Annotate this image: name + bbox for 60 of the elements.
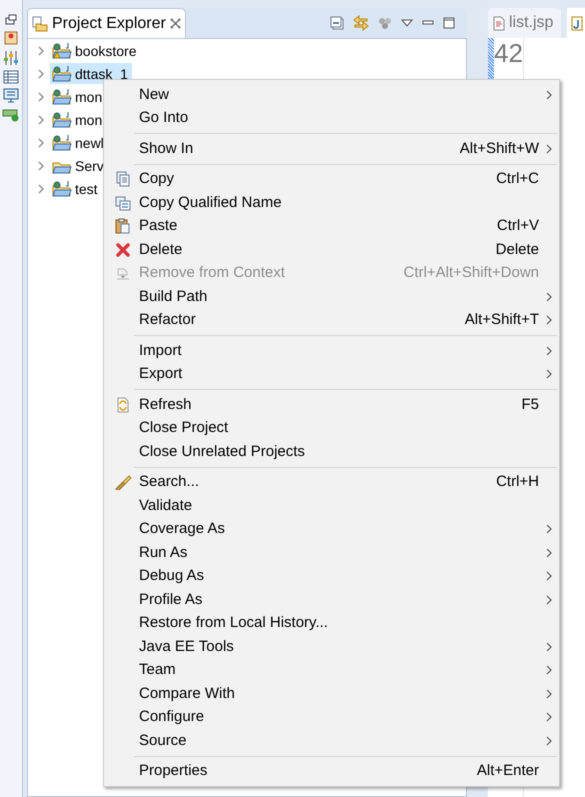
menu-item[interactable]: Profile As <box>104 588 559 612</box>
menu-item[interactable]: Close Unrelated Projects <box>104 440 559 464</box>
menu-item[interactable]: Properties Alt+Enter <box>104 760 559 783</box>
menu-item[interactable]: Copy Qualified Name <box>104 191 559 214</box>
menu-item[interactable]: Java EE Tools <box>104 635 559 658</box>
close-icon[interactable] <box>170 18 181 29</box>
menu-item[interactable]: Team <box>104 658 559 682</box>
monitor-icon[interactable] <box>3 88 19 104</box>
menu-item[interactable]: Refactor Alt+Shift+T <box>104 308 559 332</box>
run-config-icon[interactable] <box>2 108 20 122</box>
minimize-icon[interactable] <box>422 20 434 26</box>
menu-item[interactable]: Delete Delete <box>104 238 559 262</box>
expand-chevron-icon[interactable] <box>36 184 46 194</box>
menu-item[interactable]: Search... Ctrl+H <box>104 470 559 494</box>
tree-item[interactable]: mon <box>50 86 106 107</box>
expand-chevron-icon[interactable] <box>36 138 46 148</box>
expand-chevron-icon[interactable] <box>36 114 46 124</box>
restore-icon[interactable] <box>5 14 17 26</box>
view-menu-icon[interactable] <box>401 19 413 27</box>
clipboard-icon <box>114 218 130 234</box>
servers-icon[interactable] <box>3 30 19 46</box>
menu-item[interactable]: Go Into <box>104 106 559 130</box>
link-arrows-icon[interactable] <box>353 15 369 31</box>
menu-item[interactable]: Close Project <box>104 416 559 440</box>
copy-name-icon <box>114 194 130 211</box>
menu-item[interactable]: Debug As <box>104 564 559 588</box>
sliders-icon[interactable] <box>3 50 19 66</box>
expand-chevron-icon[interactable] <box>36 68 46 78</box>
menu-item[interactable]: Source <box>104 729 559 752</box>
menu-item[interactable]: New <box>104 83 559 106</box>
menu-item[interactable]: Refresh F5 <box>104 393 559 416</box>
copy-icon <box>114 171 130 188</box>
explorer-icon <box>32 16 48 32</box>
editor-tab[interactable]: list.jsp <box>488 8 562 38</box>
table-icon[interactable] <box>3 70 19 84</box>
menu-item[interactable]: Export <box>104 362 559 386</box>
menu-item[interactable]: Build Path <box>104 285 559 308</box>
refresh-icon <box>114 396 130 413</box>
menu-item[interactable]: Compare With <box>104 682 559 706</box>
java-file-icon[interactable] <box>571 16 584 30</box>
menu-item[interactable]: Import <box>104 339 559 362</box>
panel-tab[interactable]: Project Explorer <box>27 8 186 38</box>
tree-item[interactable]: test <box>50 178 102 199</box>
expand-chevron-icon[interactable] <box>36 160 46 170</box>
line-number: 42 <box>494 38 523 68</box>
tree-item[interactable]: bookstore <box>50 40 140 61</box>
maximize-icon[interactable] <box>443 17 455 29</box>
expand-chevron-icon[interactable] <box>36 92 46 102</box>
delete-icon <box>114 242 130 258</box>
expand-chevron-icon[interactable] <box>36 46 46 56</box>
tree-item[interactable]: mon <box>50 109 106 130</box>
menu-item[interactable]: Configure <box>104 706 559 729</box>
file-icon <box>493 16 505 30</box>
menu-item[interactable]: Validate <box>104 494 559 518</box>
collapse-all-icon[interactable] <box>330 16 344 30</box>
menu-item[interactable]: Coverage As <box>104 518 559 541</box>
menu-item[interactable]: Paste Ctrl+V <box>104 214 559 238</box>
menu-item[interactable]: Restore from Local History... <box>104 612 559 635</box>
panel-title: Project Explorer <box>52 14 166 34</box>
menu-item[interactable]: Run As <box>104 541 559 564</box>
